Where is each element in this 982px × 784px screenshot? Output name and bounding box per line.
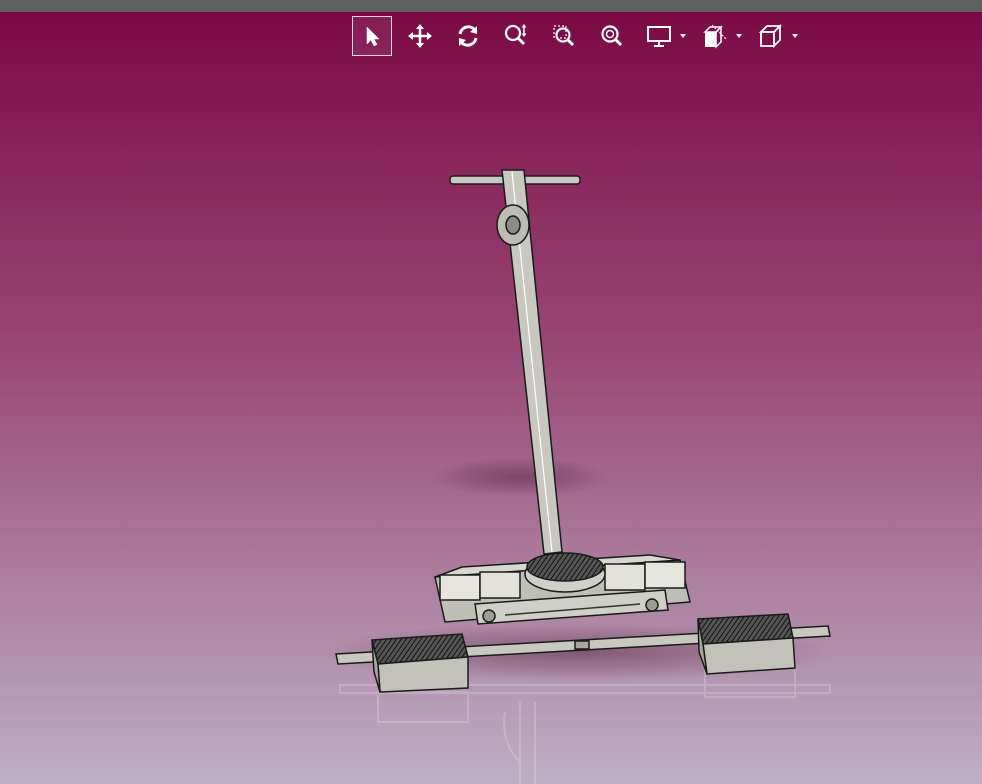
standard-views-dropdown[interactable] bbox=[752, 16, 800, 56]
section-view-dropdown[interactable] bbox=[696, 16, 744, 56]
zoom-in-out-button[interactable] bbox=[496, 16, 536, 56]
right-roller-pad bbox=[697, 613, 796, 675]
zoom-fit-icon bbox=[601, 25, 623, 47]
model-shadow bbox=[430, 457, 610, 497]
select-tool-button[interactable] bbox=[352, 16, 392, 56]
cube-view-icon bbox=[758, 23, 783, 49]
move-arrows-icon bbox=[408, 24, 432, 48]
zoom-fit-button[interactable] bbox=[592, 16, 632, 56]
display-mode-dropdown[interactable] bbox=[640, 16, 688, 56]
carriage-body bbox=[434, 552, 691, 625]
model-machinery-mover[interactable] bbox=[0, 12, 982, 784]
window-top-strip bbox=[0, 0, 982, 12]
cursor-arrow-icon bbox=[366, 26, 380, 47]
section-cut-icon bbox=[703, 24, 727, 49]
rotate-tool-button[interactable] bbox=[448, 16, 488, 56]
zoom-window-icon bbox=[553, 25, 575, 47]
pan-tool-button[interactable] bbox=[400, 16, 440, 56]
chevron-down-icon bbox=[736, 34, 742, 38]
3d-viewport[interactable] bbox=[0, 12, 982, 784]
chevron-down-icon bbox=[680, 34, 686, 38]
zoom-window-button[interactable] bbox=[544, 16, 584, 56]
rotate-icon bbox=[458, 25, 478, 47]
view-toolbar bbox=[352, 16, 808, 56]
zoom-updown-icon bbox=[504, 24, 527, 46]
monitor-icon bbox=[647, 26, 671, 47]
left-roller-pad bbox=[371, 633, 469, 693]
chevron-down-icon bbox=[792, 34, 798, 38]
